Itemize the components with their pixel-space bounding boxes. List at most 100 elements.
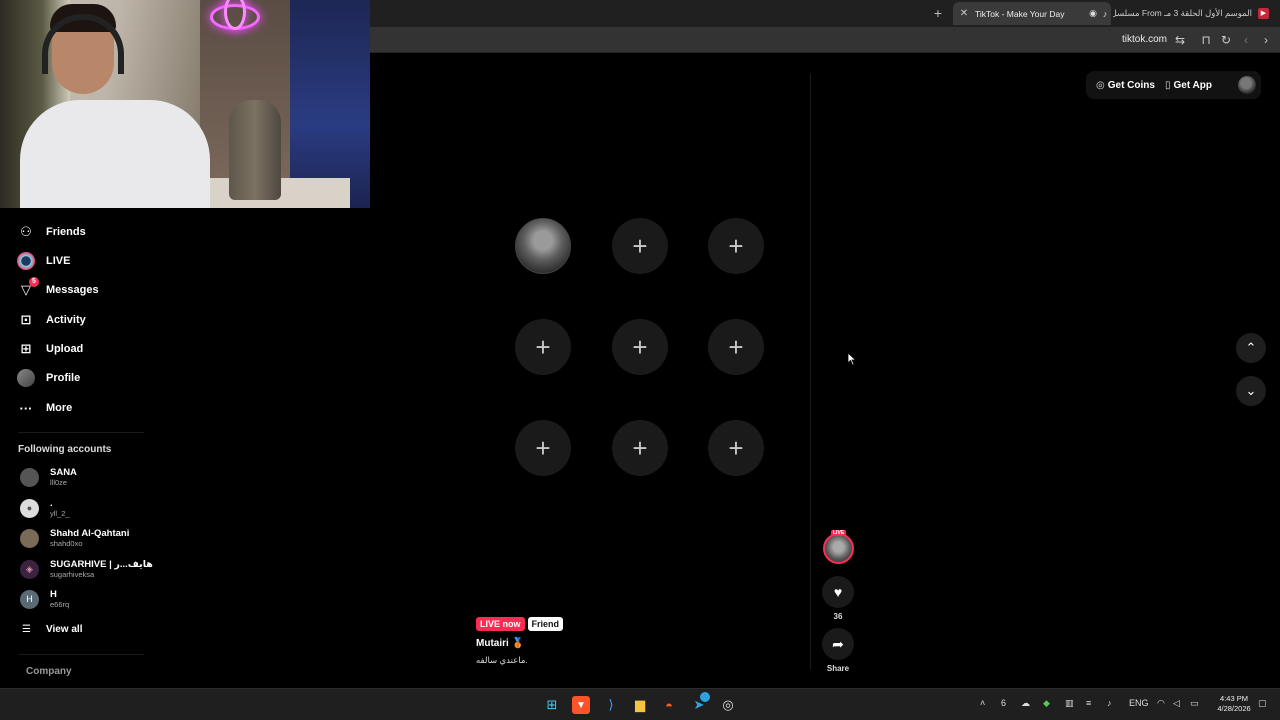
sidebar-item-activity[interactable]: ⊡ Activity — [16, 309, 86, 331]
following-username: sugarhiveksa — [50, 569, 95, 579]
following-title: Following accounts — [18, 444, 112, 455]
system-clock[interactable]: 4:43 PM 4/28/2026 — [1212, 694, 1256, 714]
guest-slot-add[interactable]: + — [612, 319, 668, 375]
next-video-button[interactable]: ⌄ — [1236, 376, 1266, 406]
following-username: e66rq — [50, 599, 70, 609]
profile-icon — [16, 368, 36, 388]
guest-slot-add[interactable]: + — [612, 420, 668, 476]
view-all-link[interactable]: ☰ View all — [22, 624, 82, 635]
guest-slot-add[interactable]: + — [515, 420, 571, 476]
following-item[interactable]: H He66rq — [20, 587, 69, 611]
company-link[interactable]: Company — [26, 666, 72, 677]
microphone-icon[interactable]: ♪ — [1107, 698, 1112, 708]
file-explorer-icon[interactable]: ▆ — [631, 696, 649, 714]
host-name[interactable]: Mutairi 🥉 — [476, 638, 524, 649]
following-username: yll_2_ — [50, 508, 70, 518]
forward-icon[interactable]: › — [1258, 32, 1274, 48]
previous-video-button[interactable]: ⌃ — [1236, 333, 1266, 363]
new-tab-button[interactable]: + — [930, 5, 946, 21]
host-live-avatar[interactable]: LIVE — [823, 530, 854, 564]
following-name: Shahd Al-Qahtani — [50, 527, 130, 539]
following-username: shahd0xo — [50, 538, 83, 548]
like-button[interactable]: ♥ — [822, 576, 854, 608]
clock-date: 4/28/2026 — [1217, 704, 1251, 713]
close-tab-icon[interactable]: ✕ — [956, 8, 972, 19]
following-item[interactable]: ◈ SUGARHIVE | هايف...ر sugarhiveksa — [20, 557, 153, 581]
notification-icon[interactable]: ▢ — [1258, 698, 1267, 709]
cam-person-body — [20, 100, 210, 208]
upload-icon: ⊞ — [20, 341, 32, 356]
messages-badge: 5 — [29, 277, 39, 287]
tray-app-icon[interactable]: 6 — [1001, 698, 1006, 708]
get-app-button[interactable]: ▯ Get App — [1165, 80, 1212, 91]
vscode-icon[interactable]: ⟩ — [602, 696, 620, 714]
windows-start-icon[interactable]: ⊞ — [543, 696, 561, 714]
following-item[interactable]: ● . yll_2_ — [20, 496, 70, 520]
bookmark-icon[interactable]: ⊓ — [1198, 32, 1214, 48]
live-now-badge: LIVE now — [476, 617, 525, 631]
following-item[interactable]: SANA lll0ze — [20, 465, 77, 489]
sidebar-divider — [18, 432, 144, 433]
clock-time: 4:43 PM — [1220, 694, 1248, 703]
profile-avatar[interactable] — [1238, 76, 1256, 94]
language-indicator[interactable]: ENG — [1129, 698, 1149, 708]
messages-icon: ▽ 5 — [16, 277, 39, 300]
following-name: . — [50, 497, 53, 509]
following-username: lll0ze — [50, 477, 68, 487]
chevron-up-icon[interactable]: ˄ — [980, 698, 985, 708]
guest-slot-add[interactable]: + — [708, 319, 764, 375]
reload-icon[interactable]: ↻ — [1218, 32, 1234, 48]
live-icon — [16, 251, 36, 271]
chevron-down-icon: ⌄ — [1245, 383, 1257, 398]
guest-slot-add[interactable]: + — [708, 218, 764, 274]
guest-slot-host[interactable] — [515, 218, 571, 274]
avatar: ◈ — [20, 559, 39, 579]
following-item[interactable]: Shahd Al-Qahtani shahd0xo — [20, 526, 129, 550]
activity-icon: ⊡ — [20, 312, 32, 327]
app-icon[interactable]: ◓ — [660, 696, 678, 714]
mute-icon[interactable]: ◉ — [1087, 8, 1099, 19]
sidebar-divider — [18, 654, 144, 655]
tab-title: TikTok - Make Your Day — [975, 8, 1065, 19]
url-text[interactable]: tiktok.com — [1122, 34, 1167, 45]
sidebar-item-live[interactable]: LIVE — [16, 250, 70, 272]
phone-icon: ▯ — [1164, 79, 1171, 91]
live-badges: LIVE now Friend — [476, 617, 564, 631]
tab-tiktok[interactable]: ✕ TikTok - Make Your Day ◉ ♪ — [953, 2, 1111, 25]
telegram-badge: 3 — [700, 692, 710, 702]
cam-poster — [290, 0, 370, 208]
sidebar-item-more[interactable]: ··· More — [16, 397, 73, 419]
sidebar-item-label: Messages — [46, 284, 99, 296]
more-icon: ··· — [19, 400, 33, 416]
avatar: ● — [20, 498, 39, 518]
sidebar-item-profile[interactable]: Profile — [16, 367, 80, 389]
guest-slot-add[interactable]: + — [515, 319, 571, 375]
tray-app-icon[interactable]: ≡ — [1086, 698, 1091, 708]
tray-app-icon[interactable]: ▥ — [1065, 698, 1074, 709]
security-icon[interactable]: ◆ — [1043, 698, 1050, 709]
volume-icon[interactable]: ◁ — [1173, 698, 1180, 709]
sidebar-item-label: Activity — [46, 314, 86, 326]
back-icon[interactable]: ‹ — [1238, 32, 1254, 48]
brave-browser-icon[interactable]: ▼ — [572, 696, 590, 714]
guest-slot-add[interactable]: + — [708, 420, 764, 476]
share-button[interactable]: ➦ — [822, 628, 854, 660]
sidebar-item-friends[interactable]: ⚇ Friends — [16, 221, 86, 243]
battery-icon[interactable]: ▭ — [1190, 698, 1199, 709]
tiktok-favicon-icon: ♪ — [1102, 8, 1108, 19]
webcam-overlay — [0, 0, 370, 208]
get-app-label: Get App — [1173, 79, 1212, 91]
telegram-icon[interactable]: ➤ 3 — [690, 692, 710, 714]
site-settings-icon[interactable]: ⇆ — [1172, 32, 1188, 48]
sidebar-item-upload[interactable]: ⊞ Upload — [16, 338, 84, 360]
share-icon: ➦ — [832, 635, 844, 652]
obs-icon[interactable]: ◎ — [719, 696, 737, 714]
wifi-icon[interactable]: ◠ — [1157, 698, 1165, 709]
get-coins-button[interactable]: ◎ Get Coins — [1096, 80, 1155, 91]
onedrive-icon[interactable]: ☁ — [1021, 698, 1030, 709]
tab-from-series[interactable]: مسلسل From الموسم الأول الحلقة 3 مـ ▶ — [1113, 2, 1273, 25]
avatar — [20, 528, 39, 548]
site-favicon-icon: ▶ — [1258, 8, 1269, 19]
sidebar-item-messages[interactable]: ▽ 5 Messages — [16, 277, 99, 301]
guest-slot-add[interactable]: + — [612, 218, 668, 274]
